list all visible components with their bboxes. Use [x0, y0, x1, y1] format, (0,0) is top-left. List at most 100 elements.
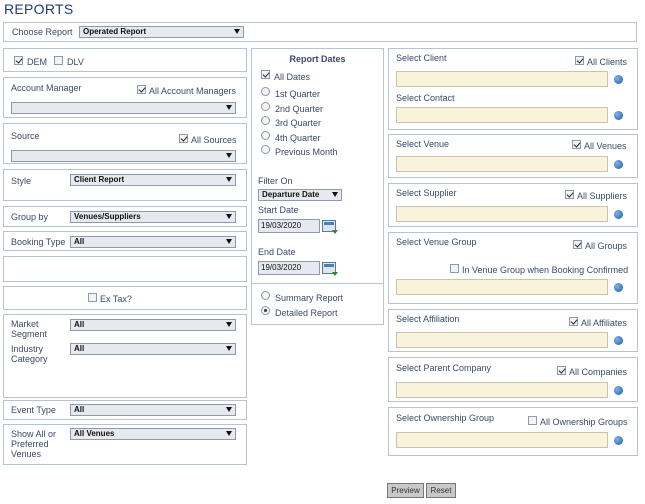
segment-category-panel: Market Segment All Industry Category All [3, 314, 247, 398]
source-select[interactable] [11, 150, 236, 162]
venue-panel: Select Venue All Venues [388, 134, 638, 178]
all-ownership-groups-checkbox[interactable] [528, 416, 537, 425]
style-panel: Style Client Report [3, 169, 247, 201]
all-venues-label: All Venues [584, 141, 627, 151]
ex-tax-checkbox[interactable] [88, 293, 97, 302]
report-dates-title: Report Dates [289, 54, 346, 64]
style-select[interactable]: Client Report [70, 174, 236, 186]
chevron-down-icon [234, 29, 240, 34]
style-label: Style [11, 176, 32, 186]
globe-icon[interactable] [614, 436, 623, 445]
choose-report-bar: Choose Report Operated Report [3, 22, 637, 42]
divider [252, 283, 383, 284]
select-contact-label: Select Contact [396, 93, 455, 103]
parent-company-picker[interactable] [396, 382, 608, 398]
affiliation-panel: Select Affiliation All Affiliates [388, 309, 638, 352]
start-date-input[interactable]: 19/03/2020 [258, 219, 320, 233]
source-label: Source [11, 131, 40, 141]
previous-month-label: Previous Month [275, 147, 338, 157]
supplier-picker[interactable] [396, 206, 608, 222]
end-date-input[interactable]: 19/03/2020 [258, 261, 320, 275]
dlv-checkbox[interactable] [54, 56, 63, 65]
parent-company-panel: Select Parent Company All Companies [388, 357, 638, 402]
client-contact-panel: Select Client All Clients Select Contact [388, 48, 638, 130]
globe-icon[interactable] [614, 160, 623, 169]
show-all-label-1: Show All or [11, 429, 57, 439]
dem-dlv-panel: DEM DLV [3, 48, 247, 72]
show-all-label-3: Venues [11, 449, 42, 459]
all-suppliers-checkbox[interactable] [565, 190, 574, 199]
all-companies-checkbox[interactable] [557, 366, 566, 375]
report-dates-panel: Report Dates All Dates 1st Quarter 2nd Q… [251, 48, 384, 325]
affiliation-picker[interactable] [396, 332, 608, 348]
industry-category-select[interactable]: All [70, 343, 236, 355]
account-manager-select[interactable] [11, 102, 236, 114]
account-manager-panel: Account Manager All Account Managers [3, 77, 247, 118]
contact-picker[interactable] [396, 107, 608, 123]
all-ownership-groups-label: All Ownership Groups [540, 417, 628, 427]
quarter-4-label: 4th Quarter [275, 133, 321, 143]
show-all-select[interactable]: All Venues [70, 428, 236, 440]
select-supplier-label: Select Supplier [396, 188, 457, 198]
globe-icon[interactable] [614, 210, 623, 219]
globe-icon[interactable] [614, 336, 623, 345]
source-panel: Source All Sources [3, 123, 247, 164]
choose-report-label: Choose Report [12, 27, 73, 37]
select-venue-label: Select Venue [396, 139, 450, 149]
select-venue-group-label: Select Venue Group [396, 237, 477, 247]
event-type-label: Event Type [11, 405, 56, 415]
all-account-managers-checkbox[interactable] [137, 85, 146, 94]
all-venues-checkbox[interactable] [572, 140, 581, 149]
in-venue-group-label: In Venue Group when Booking Confirmed [462, 265, 629, 275]
quarter-2-radio[interactable] [261, 102, 270, 111]
all-groups-checkbox[interactable] [573, 240, 582, 249]
globe-icon[interactable] [614, 75, 623, 84]
booking-type-select[interactable]: All [70, 236, 236, 248]
globe-icon[interactable] [614, 111, 623, 120]
market-segment-label-1: Market [11, 319, 39, 329]
ownership-group-panel: Select Ownership Group All Ownership Gro… [388, 407, 638, 456]
all-groups-label: All Groups [585, 241, 628, 251]
filter-on-select[interactable]: Departure Date [258, 189, 342, 201]
all-account-managers-label: All Account Managers [149, 86, 237, 96]
chevron-down-icon [226, 239, 232, 244]
quarter-3-radio[interactable] [261, 116, 270, 125]
previous-month-radio[interactable] [261, 145, 270, 154]
choose-report-select[interactable]: Operated Report [79, 26, 244, 38]
event-type-select[interactable]: All [70, 404, 236, 416]
all-sources-checkbox[interactable] [179, 134, 188, 143]
dlv-label: DLV [67, 57, 84, 67]
reset-button[interactable]: Reset [426, 483, 456, 498]
supplier-panel: Select Supplier All Suppliers [388, 183, 638, 227]
in-venue-group-checkbox[interactable] [450, 264, 459, 273]
dem-checkbox[interactable] [14, 56, 23, 65]
all-suppliers-label: All Suppliers [577, 191, 628, 201]
show-all-label-2: Preferred [11, 439, 49, 449]
detailed-report-radio[interactable] [261, 306, 270, 315]
globe-icon[interactable] [614, 283, 623, 292]
industry-category-label-2: Category [11, 354, 48, 364]
all-affiliates-checkbox[interactable] [569, 317, 578, 326]
ownership-group-picker[interactable] [396, 432, 608, 448]
industry-category-label-1: Industry [11, 344, 44, 354]
market-segment-select[interactable]: All [70, 319, 236, 331]
summary-report-radio[interactable] [261, 291, 270, 300]
quarter-4-radio[interactable] [261, 131, 270, 140]
calendar-icon[interactable] [322, 262, 338, 276]
preview-button[interactable]: Preview [387, 483, 424, 498]
client-picker[interactable] [396, 71, 608, 87]
account-manager-label: Account Manager [11, 83, 82, 93]
globe-icon[interactable] [614, 386, 623, 395]
all-clients-checkbox[interactable] [575, 56, 584, 65]
event-type-panel: Event Type All [3, 400, 247, 420]
market-segment-label-2: Segment [11, 329, 48, 339]
chevron-down-icon [226, 177, 232, 182]
all-dates-checkbox[interactable] [261, 70, 270, 79]
venue-group-panel: Select Venue Group All Groups In Venue G… [388, 232, 638, 304]
select-ownership-group-label: Select Ownership Group [396, 413, 495, 423]
calendar-icon[interactable] [322, 220, 338, 234]
group-by-select[interactable]: Venues/Suppliers [70, 211, 236, 223]
quarter-1-radio[interactable] [261, 87, 270, 96]
venue-group-picker[interactable] [396, 279, 608, 295]
venue-picker[interactable] [396, 156, 608, 172]
